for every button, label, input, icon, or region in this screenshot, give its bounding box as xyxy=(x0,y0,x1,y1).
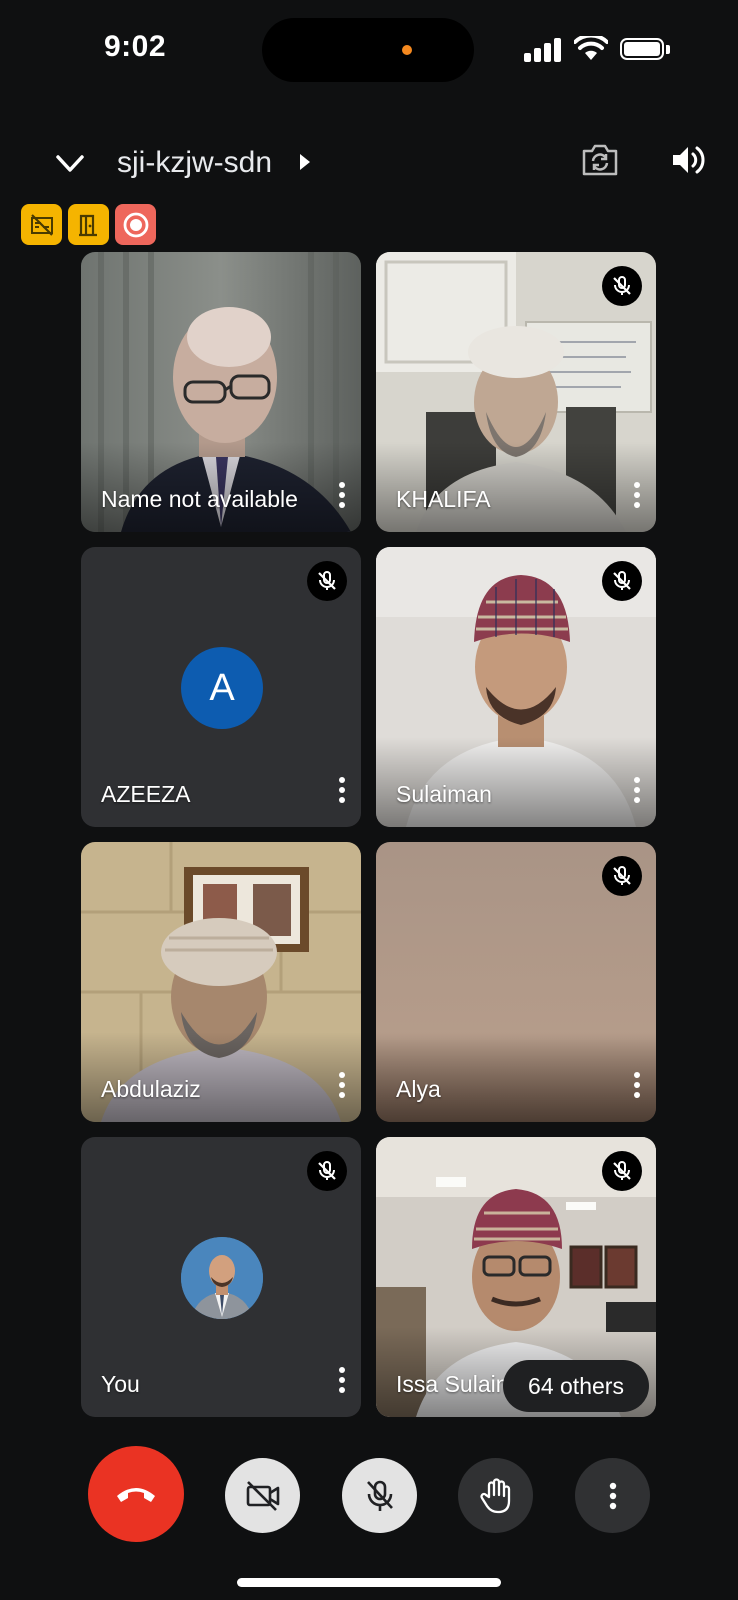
more-vertical-icon[interactable] xyxy=(632,777,642,807)
mic-off-icon xyxy=(307,1151,347,1191)
meeting-top-bar: sji-kzjw-sdn xyxy=(0,130,738,200)
more-vertical-icon xyxy=(609,1482,616,1509)
privacy-indicator-dot xyxy=(402,45,412,55)
mic-off-icon xyxy=(602,856,642,896)
more-vertical-icon[interactable] xyxy=(337,1367,347,1397)
more-vertical-icon[interactable] xyxy=(632,482,642,512)
chevron-down-icon[interactable] xyxy=(50,144,90,184)
participant-tile[interactable]: KHALIFA xyxy=(376,252,656,532)
participant-tile[interactable]: You xyxy=(81,1137,361,1417)
participant-name: Sulaiman xyxy=(396,781,492,807)
participant-name: KHALIFA xyxy=(396,486,491,512)
more-vertical-icon[interactable] xyxy=(337,1072,347,1102)
door-exit-icon[interactable] xyxy=(68,204,109,245)
battery-icon xyxy=(620,38,670,62)
others-participants-chip[interactable]: 64 others xyxy=(503,1360,649,1412)
participant-name: You xyxy=(101,1371,140,1397)
caret-right-icon[interactable] xyxy=(298,152,312,172)
more-options-button[interactable] xyxy=(575,1458,650,1533)
speaker-volume-icon[interactable] xyxy=(670,142,706,178)
avatar xyxy=(181,1237,263,1319)
dynamic-island xyxy=(262,18,474,82)
participant-name: AZEEZA xyxy=(101,781,191,807)
participant-tile[interactable]: A AZEEZA xyxy=(81,547,361,827)
raise-hand-icon xyxy=(479,1477,510,1513)
participant-tile[interactable]: Name not available xyxy=(81,252,361,532)
participant-name: Name not available xyxy=(101,486,298,512)
status-bar: 9:02 xyxy=(0,0,738,100)
participant-name: Abdulaziz xyxy=(101,1076,201,1102)
mic-off-icon xyxy=(602,266,642,306)
wifi-icon xyxy=(574,36,608,60)
cellular-signal-icon xyxy=(524,38,562,62)
camera-toggle-button[interactable] xyxy=(225,1458,300,1533)
home-indicator[interactable] xyxy=(237,1578,501,1587)
flip-camera-icon[interactable] xyxy=(580,142,620,178)
participant-tile[interactable]: Abdulaziz xyxy=(81,842,361,1122)
mic-toggle-button[interactable] xyxy=(342,1458,417,1533)
more-vertical-icon[interactable] xyxy=(337,482,347,512)
end-call-icon xyxy=(117,1488,155,1502)
no-captions-icon[interactable] xyxy=(21,204,62,245)
status-time: 9:02 xyxy=(104,30,167,63)
mic-off-icon xyxy=(366,1480,393,1511)
avatar: A xyxy=(181,647,263,729)
participant-tile[interactable]: Sulaiman xyxy=(376,547,656,827)
participant-tile[interactable]: Alya xyxy=(376,842,656,1122)
more-vertical-icon[interactable] xyxy=(337,777,347,807)
call-controls xyxy=(0,1440,738,1550)
mic-off-icon xyxy=(307,561,347,601)
meeting-code[interactable]: sji-kzjw-sdn xyxy=(117,146,272,180)
more-vertical-icon[interactable] xyxy=(632,1072,642,1102)
mic-off-icon xyxy=(602,1151,642,1191)
raise-hand-button[interactable] xyxy=(458,1458,533,1533)
record-icon[interactable] xyxy=(115,204,156,245)
participant-name: Alya xyxy=(396,1076,441,1102)
end-call-button[interactable] xyxy=(88,1446,184,1542)
camera-off-icon xyxy=(246,1480,279,1511)
mic-off-icon xyxy=(602,561,642,601)
